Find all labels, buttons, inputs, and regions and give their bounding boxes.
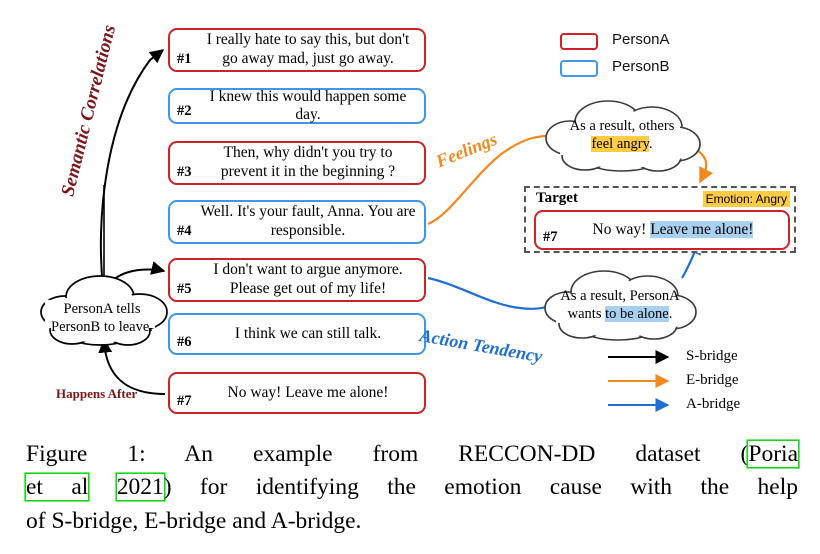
utterance-box-5[interactable]: #5 I don't want to argue anymore. Please… (168, 258, 426, 302)
e-bridge-arrow-out (689, 145, 714, 184)
target-text-prefix: No way! (592, 221, 651, 239)
utterance-box-2[interactable]: #2 I knew this would happen some day. (168, 88, 426, 124)
caption-text-b: ) for identifying the emotion cause with… (163, 474, 799, 501)
semantic-cloud-text: PersonA tells PersonB to leave. (42, 300, 162, 336)
utterance-text-7: No way! Leave me alone! (227, 384, 389, 402)
arrow-legend-label-e-bridge: E-bridge (686, 372, 739, 388)
utterance-box-4[interactable]: #4 Well. It's your fault, Anna. You are … (168, 200, 426, 244)
semantic-cloud-line2: PersonB to leave. (51, 319, 153, 336)
citation-author[interactable]: Poria (748, 441, 798, 467)
feelings-cloud-text: As a result, others feel angry. (552, 117, 692, 153)
legend-swatch-personb (560, 60, 598, 77)
bridge-label-action-tendency: Action Tendency (418, 325, 544, 367)
action-cloud-highlight: to be alone (605, 306, 669, 323)
bridge-label-semantic-correlations: Semantic Correlations (57, 22, 121, 199)
action-cloud-text: As a result, PersonA wants to be alone. (545, 287, 695, 323)
utterance-text-2: I knew this would happen some day. (209, 88, 407, 123)
feelings-cloud-line1: As a result, others (569, 118, 675, 134)
arrow-legend-label-s-bridge: S-bridge (686, 348, 738, 364)
s-bridge-arrow-to-1 (99, 49, 165, 289)
utterance-text-5: I don't want to argue anymore. Please ge… (213, 261, 403, 297)
caption-line-1: Figure 1: An example from RECCON-DD data… (26, 438, 798, 471)
legend-label-persona: PersonA (612, 31, 670, 48)
utterance-index-6: #6 (177, 334, 192, 351)
utterance-index-3: #3 (177, 164, 192, 181)
legend-swatch-persona (560, 33, 598, 50)
action-cloud-prefix: wants (567, 306, 606, 323)
arrow-legend-label-a-bridge: A-bridge (686, 396, 741, 412)
utterance-text-1: I really hate to say this, but don't go … (206, 31, 410, 67)
utterance-text-6: I think we can still talk. (234, 325, 382, 343)
citation-year[interactable]: 2021 (117, 474, 164, 500)
utterance-text-4: Well. It's your fault, Anna. You are res… (200, 203, 416, 239)
target-text-highlight: Leave me alone! (650, 221, 754, 239)
utterance-index-1: #1 (177, 51, 192, 68)
utterance-text-3: Then, why didn't you try to prevent it i… (220, 144, 396, 180)
action-cloud-line1: As a result, PersonA (560, 288, 680, 304)
feelings-cloud-tail: . (648, 136, 653, 153)
bridge-label-happens-after: Happens After (56, 386, 138, 401)
utterance-box-1[interactable]: #1 I really hate to say this, but don't … (168, 28, 426, 72)
action-cloud-tail: . (668, 306, 673, 323)
legend-label-personb: PersonB (612, 58, 670, 75)
figure-container: #1 I really hate to say this, but don't … (0, 0, 820, 554)
target-utterance-box[interactable]: #7 No way! Leave me alone! (534, 210, 790, 250)
figure-caption: Figure 1: An example from RECCON-DD data… (26, 438, 798, 538)
caption-line-3: of S-bridge, E-bridge and A-bridge. (26, 507, 362, 534)
citation-etal[interactable]: et al (26, 474, 88, 500)
target-utterance-index: #7 (543, 229, 558, 246)
caption-text-a: Figure 1: An example from RECCON-DD data… (26, 441, 749, 467)
semantic-cloud-line1: PersonA tells (63, 301, 141, 317)
bridge-label-feelings: Feelings (433, 128, 500, 172)
utterance-index-7: #7 (177, 393, 192, 410)
utterance-index-4: #4 (177, 223, 192, 240)
emotion-badge: Emotion: Angry (702, 191, 790, 207)
utterance-box-6[interactable]: #6 I think we can still talk. (168, 313, 426, 355)
target-utterance-text: No way! Leave me alone! (566, 221, 780, 239)
a-bridge-arrow-in (427, 276, 553, 310)
target-panel: Target Emotion: Angry #7 No way! Leave m… (524, 186, 796, 253)
caption-line-2: et al 2021) for identifying the emotion … (26, 471, 798, 504)
s-bridge-arrow-to-5 (104, 261, 166, 289)
utterance-box-7[interactable]: #7 No way! Leave me alone! (168, 372, 426, 414)
utterance-index-2: #2 (177, 103, 192, 120)
target-title: Target (536, 190, 578, 206)
utterance-box-3[interactable]: #3 Then, why didn't you try to prevent i… (168, 141, 426, 185)
feelings-cloud-highlight: feel angry (591, 136, 649, 153)
utterance-index-5: #5 (177, 281, 192, 298)
